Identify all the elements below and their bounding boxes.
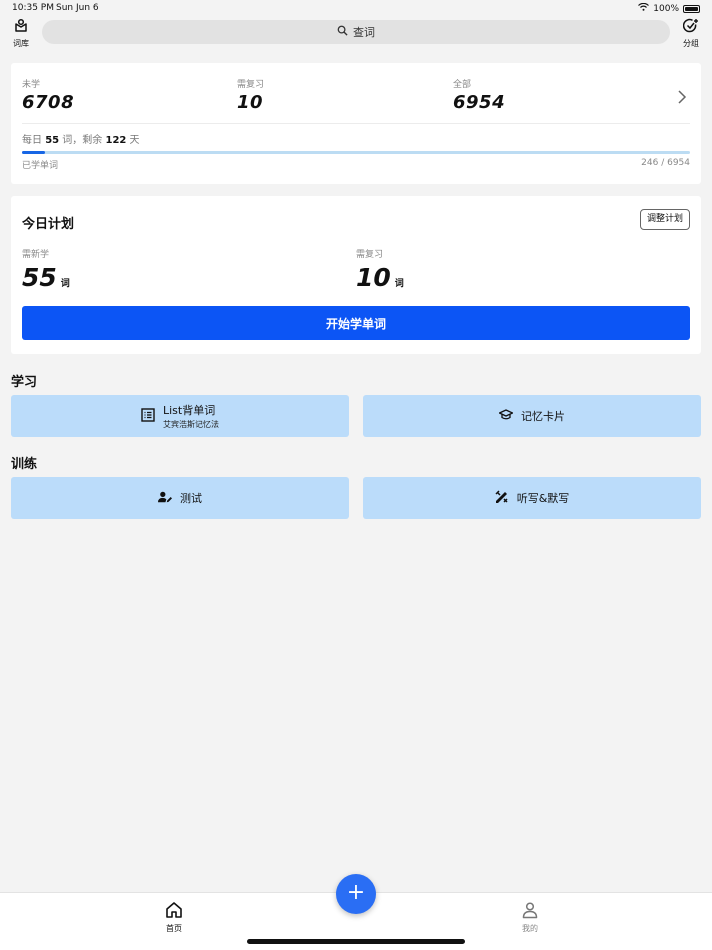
group-button[interactable]: 分组 [679,18,703,49]
daily-suffix: 天 [129,135,140,146]
test-button[interactable]: 测试 [11,477,349,519]
learn-section-title: 学习 [11,375,38,390]
home-icon [165,901,183,923]
new-words-label: 需新学 [22,250,50,260]
word-library-button[interactable]: 词库 [9,18,33,49]
dictation-label: 听写&默写 [516,492,570,505]
total-label: 全部 [453,80,472,90]
group-label: 分组 [683,39,699,48]
nav-home-label: 首页 [166,924,182,933]
graduation-cap-icon [498,407,514,426]
user-edit-icon [158,489,172,508]
list-memorize-button[interactable]: List背单词 艾宾浩斯记忆法 [11,395,349,437]
new-words-stat: 需新学 55 词 [22,247,70,292]
status-date: Sun Jun 6 [56,3,99,13]
battery-percent: 100% [653,3,679,14]
chevron-right-icon[interactable] [677,89,687,104]
search-bar[interactable]: 查词 [42,20,670,44]
adjust-plan-button[interactable]: 调整计划 [639,209,690,230]
wifi-icon [638,2,650,14]
search-icon [337,25,348,39]
nav-home[interactable]: 首页 [165,901,183,934]
add-button[interactable]: + [336,874,376,914]
review-words-stat: 需复习 10 词 [356,247,404,292]
home-indicator [247,939,465,944]
review-words-value: 10 [356,263,391,292]
list-memorize-sublabel: 艾宾浩斯记忆法 [163,420,219,429]
daily-prefix: 每日 [22,135,42,146]
total-value: 6954 [453,92,506,113]
total-stat: 全部 6954 [453,77,505,113]
learned-words-label: 已学单词 [22,161,59,171]
status-bar: 10:35 PM Sun Jun 6 100% [0,0,712,16]
new-words-value: 55 [22,263,57,292]
flashcards-label: 记忆卡片 [521,410,565,423]
top-bar: 词库 查词 分组 [0,18,712,48]
status-right: 100% [638,2,700,14]
dictation-button[interactable]: 听写&默写 [363,477,701,519]
start-learning-button[interactable]: 开始学单词 [22,306,690,340]
check-circle-plus-icon [682,18,699,38]
library-icon [13,18,29,38]
review-stat: 需复习 10 [237,77,264,113]
learning-progress-fill [22,151,46,154]
divider [22,123,690,124]
nav-mine-label: 我的 [522,924,538,933]
unlearned-stat: 未学 6708 [22,77,74,113]
review-words-unit: 词 [394,279,404,289]
daily-plan-summary: 每日 55 词，剩余 122 天 [22,131,140,146]
plan-title: 今日计划 [22,217,75,232]
vocabulary-stats-card[interactable]: 未学 6708 需复习 10 全部 6954 每日 55 词，剩余 122 天 … [11,63,701,184]
daily-count: 55 [45,135,60,146]
list-icon [141,407,155,426]
learning-progress-bar [22,151,690,154]
today-plan-card: 今日计划 调整计划 需新学 55 词 需复习 10 词 开始学单词 [11,196,701,354]
learned-words-count: 246 / 6954 [641,158,690,168]
status-time: 10:35 PM [12,3,54,13]
word-library-label: 词库 [13,39,29,48]
user-icon [521,901,539,923]
pen-ruler-icon [495,489,509,508]
review-value: 10 [237,92,264,113]
days-left: 122 [105,135,127,146]
battery-icon [683,4,700,13]
unlearned-label: 未学 [22,80,41,90]
test-label: 测试 [180,492,202,505]
review-label: 需复习 [237,80,265,90]
unlearned-value: 6708 [22,92,75,113]
review-words-label: 需复习 [356,250,384,260]
list-memorize-label: List背单词 [163,404,216,417]
search-placeholder: 查词 [353,26,375,39]
flashcards-button[interactable]: 记忆卡片 [363,395,701,437]
train-section-title: 训练 [11,457,38,472]
daily-mid: 词，剩余 [62,135,103,146]
new-words-unit: 词 [60,279,70,289]
nav-mine[interactable]: 我的 [521,901,539,934]
